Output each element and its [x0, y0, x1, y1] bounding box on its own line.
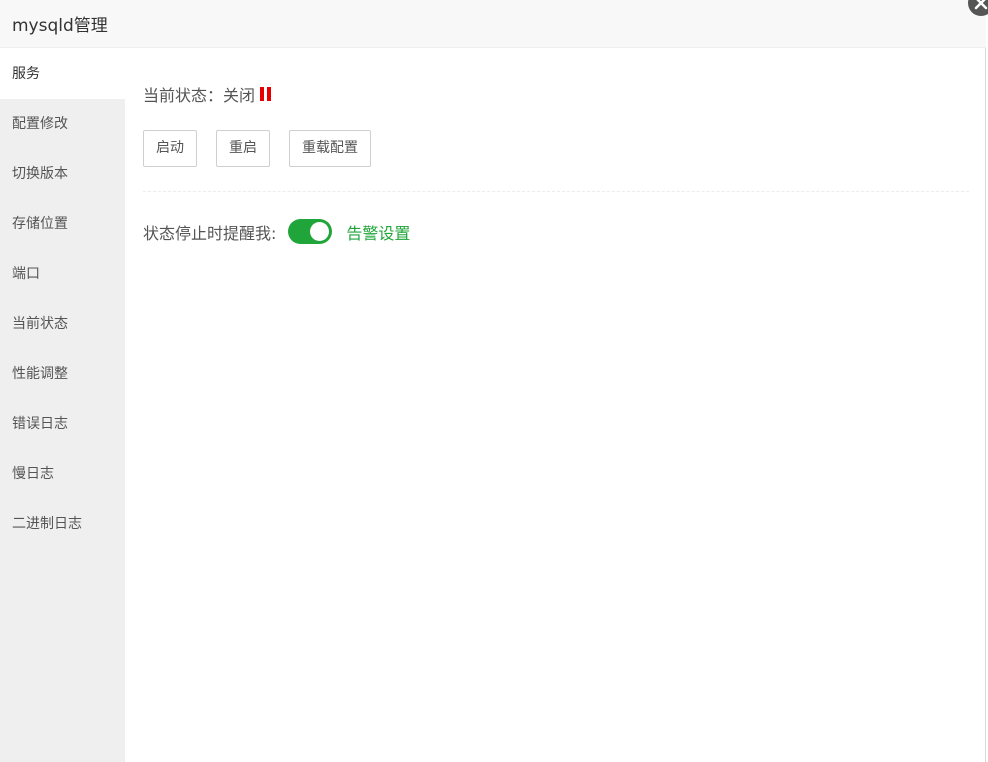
- close-icon: [974, 0, 988, 10]
- alert-toggle[interactable]: [288, 219, 333, 244]
- sidebar-item-port[interactable]: 端口: [0, 249, 125, 299]
- sidebar-item-status[interactable]: 当前状态: [0, 299, 125, 349]
- sidebar-item-error-log[interactable]: 错误日志: [0, 399, 125, 449]
- alert-row: 状态停止时提醒我: 告警设置: [143, 219, 410, 244]
- sidebar-item-storage[interactable]: 存储位置: [0, 199, 125, 249]
- divider: [143, 191, 969, 192]
- sidebar-item-config[interactable]: 配置修改: [0, 99, 125, 149]
- status-label: 当前状态：: [143, 86, 224, 105]
- window-title: mysqld管理: [12, 16, 108, 36]
- sidebar-item-slow-log[interactable]: 慢日志: [0, 449, 125, 499]
- toggle-knob: [310, 222, 330, 241]
- status-value: 关闭: [223, 86, 256, 105]
- status-row: 当前状态： 关闭: [143, 82, 272, 106]
- mysqld-manager-window: mysqld管理 服务 配置修改 切换版本 存储位置 端口 当前状态 性能调整 …: [0, 0, 988, 762]
- service-panel: 当前状态： 关闭 启动 重启 重载配置 状态停止时提醒我: 告警设置: [125, 49, 986, 762]
- alert-label: 状态停止时提醒我:: [143, 223, 277, 243]
- titlebar: mysqld管理: [0, 0, 988, 48]
- close-button[interactable]: [968, 0, 988, 16]
- alert-settings-link[interactable]: 告警设置: [346, 220, 410, 244]
- sidebar-item-version[interactable]: 切换版本: [0, 149, 125, 199]
- sidebar-item-binlog[interactable]: 二进制日志: [0, 499, 125, 549]
- sidebar-item-service[interactable]: 服务: [0, 49, 125, 99]
- reload-config-button[interactable]: 重载配置: [289, 130, 371, 167]
- start-button[interactable]: 启动: [143, 130, 197, 167]
- sidebar: 服务 配置修改 切换版本 存储位置 端口 当前状态 性能调整 错误日志 慢日志 …: [0, 49, 125, 762]
- stop-icon: [260, 87, 272, 101]
- service-actions: 启动 重启 重载配置: [143, 130, 390, 167]
- sidebar-item-performance[interactable]: 性能调整: [0, 349, 125, 399]
- restart-button[interactable]: 重启: [216, 130, 270, 167]
